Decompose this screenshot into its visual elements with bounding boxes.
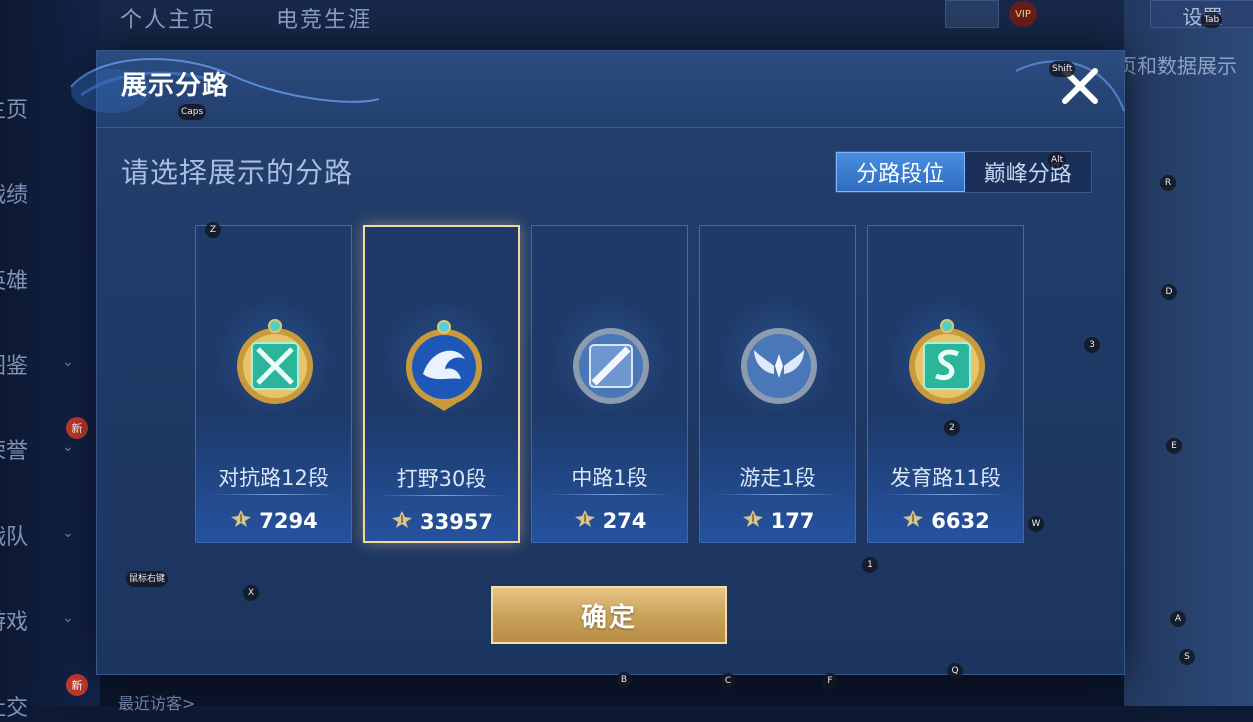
divider xyxy=(546,494,674,495)
sidebar-item[interactable]: 荣誉 xyxy=(0,433,28,465)
sidebar-item[interactable]: 战绩 xyxy=(0,177,28,209)
chevron-down-icon[interactable]: ⌄ xyxy=(62,610,74,626)
clash-lane-icon xyxy=(232,318,318,410)
key-hint-badge: F xyxy=(822,673,838,689)
tab-lane-rank[interactable]: 分路段位 xyxy=(836,152,965,192)
dialog-prompt: 请选择展示的分路 xyxy=(121,156,354,189)
tab-personal-home[interactable]: 个人主页 xyxy=(120,2,216,34)
lane-score: 33957 xyxy=(365,509,518,534)
lane-score-value: 7294 xyxy=(259,508,318,533)
sidebar-item[interactable]: 主页 xyxy=(0,92,28,124)
new-badge: 新 xyxy=(66,674,88,696)
lane-display-dialog: 展示分路 请选择展示的分路 分路段位 巅峰分路 对抗路12段 7294 打野30段 3… xyxy=(70,50,1125,675)
key-hint-badge: Alt xyxy=(1048,152,1067,168)
lane-score-value: 33957 xyxy=(419,509,494,534)
key-hint-badge: 鼠标右键 xyxy=(126,571,169,587)
key-hint-badge: X xyxy=(243,585,259,601)
key-hint-badge: Z xyxy=(205,222,221,238)
top-tabs: 个人主页 电竞生涯 xyxy=(120,2,372,34)
sidebar-item[interactable]: 图鉴 xyxy=(0,348,28,380)
jungle-dragon-icon xyxy=(401,319,487,411)
lane-card-list: 对抗路12段 7294 打野30段 33957 中路1段 274 游走1段 177 发育路11段… xyxy=(195,225,1025,545)
lane-score-value: 177 xyxy=(770,508,815,533)
lane-card[interactable]: 打野30段 33957 xyxy=(363,225,520,543)
lane-card[interactable]: 中路1段 274 xyxy=(531,225,688,543)
chevron-down-icon[interactable]: ⌄ xyxy=(62,525,74,541)
key-hint-badge: 3 xyxy=(1084,337,1100,353)
lane-rank-label: 游走1段 xyxy=(739,466,816,490)
key-hint-badge: D xyxy=(1161,284,1177,300)
recent-visitors-link[interactable]: 最近访客> xyxy=(118,690,195,714)
lane-card[interactable]: 对抗路12段 7294 xyxy=(195,225,352,543)
power-star-icon xyxy=(390,509,414,534)
right-panel xyxy=(1124,0,1253,706)
key-hint-badge: A xyxy=(1170,611,1186,627)
lane-rank-label: 发育路11段 xyxy=(890,466,1001,490)
lane-score-value: 274 xyxy=(602,508,647,533)
dialog-title: 展示分路 xyxy=(121,71,230,101)
lane-score: 6632 xyxy=(868,508,1023,533)
key-hint-badge: B xyxy=(616,672,632,688)
key-hint-badge: Tab xyxy=(1201,12,1223,28)
key-hint-badge: 2 xyxy=(944,420,960,436)
lane-score: 177 xyxy=(700,508,855,533)
lane-score-value: 6632 xyxy=(931,508,990,533)
tab-esports-career[interactable]: 电竞生涯 xyxy=(276,2,372,34)
lane-score: 7294 xyxy=(196,508,351,533)
power-star-icon xyxy=(901,508,925,533)
roam-wings-icon xyxy=(736,318,822,410)
power-star-icon xyxy=(229,508,253,533)
avatar[interactable] xyxy=(945,0,999,28)
key-hint-badge: R xyxy=(1160,175,1176,191)
key-hint-badge: W xyxy=(1028,516,1044,532)
key-hint-badge: E xyxy=(1166,438,1182,454)
lane-card[interactable]: 游走1段 177 xyxy=(699,225,856,543)
key-hint-badge: Caps xyxy=(178,104,207,120)
confirm-button[interactable]: 确定 xyxy=(491,586,727,644)
key-hint-badge: Q xyxy=(947,663,963,679)
lane-rank-label: 打野30段 xyxy=(396,467,487,491)
lane-card[interactable]: 发育路11段 6632 xyxy=(867,225,1024,543)
key-hint-badge: C xyxy=(720,673,736,689)
chevron-down-icon[interactable]: ⌄ xyxy=(62,439,74,455)
sidebar-item[interactable]: 社交 xyxy=(0,690,28,722)
top-right-status: VIP xyxy=(945,0,1037,28)
tab-peak-lane[interactable]: 巅峰分路 xyxy=(965,152,1092,192)
key-hint-badge: 1 xyxy=(862,557,878,573)
divider xyxy=(882,494,1010,495)
sidebar-item[interactable]: 游戏 xyxy=(0,604,28,636)
farm-lane-icon xyxy=(904,318,990,410)
power-star-icon xyxy=(741,508,765,533)
power-star-icon xyxy=(573,508,597,533)
key-hint-badge: Shift xyxy=(1049,61,1076,77)
dialog-header: 展示分路 xyxy=(70,51,1125,128)
divider xyxy=(379,495,507,496)
new-badge: 新 xyxy=(66,417,88,439)
mid-lane-icon xyxy=(568,318,654,410)
sidebar-item[interactable]: 战队 xyxy=(0,519,28,551)
vip-badge[interactable]: VIP xyxy=(1009,1,1037,27)
lane-score: 274 xyxy=(532,508,687,533)
divider xyxy=(210,494,338,495)
lane-rank-label: 对抗路12段 xyxy=(218,466,329,490)
key-hint-badge: S xyxy=(1179,649,1195,665)
chevron-down-icon[interactable]: ⌄ xyxy=(62,354,74,370)
divider xyxy=(714,494,842,495)
sidebar-item[interactable]: 英雄 xyxy=(0,263,28,295)
lane-rank-label: 中路1段 xyxy=(571,466,648,490)
